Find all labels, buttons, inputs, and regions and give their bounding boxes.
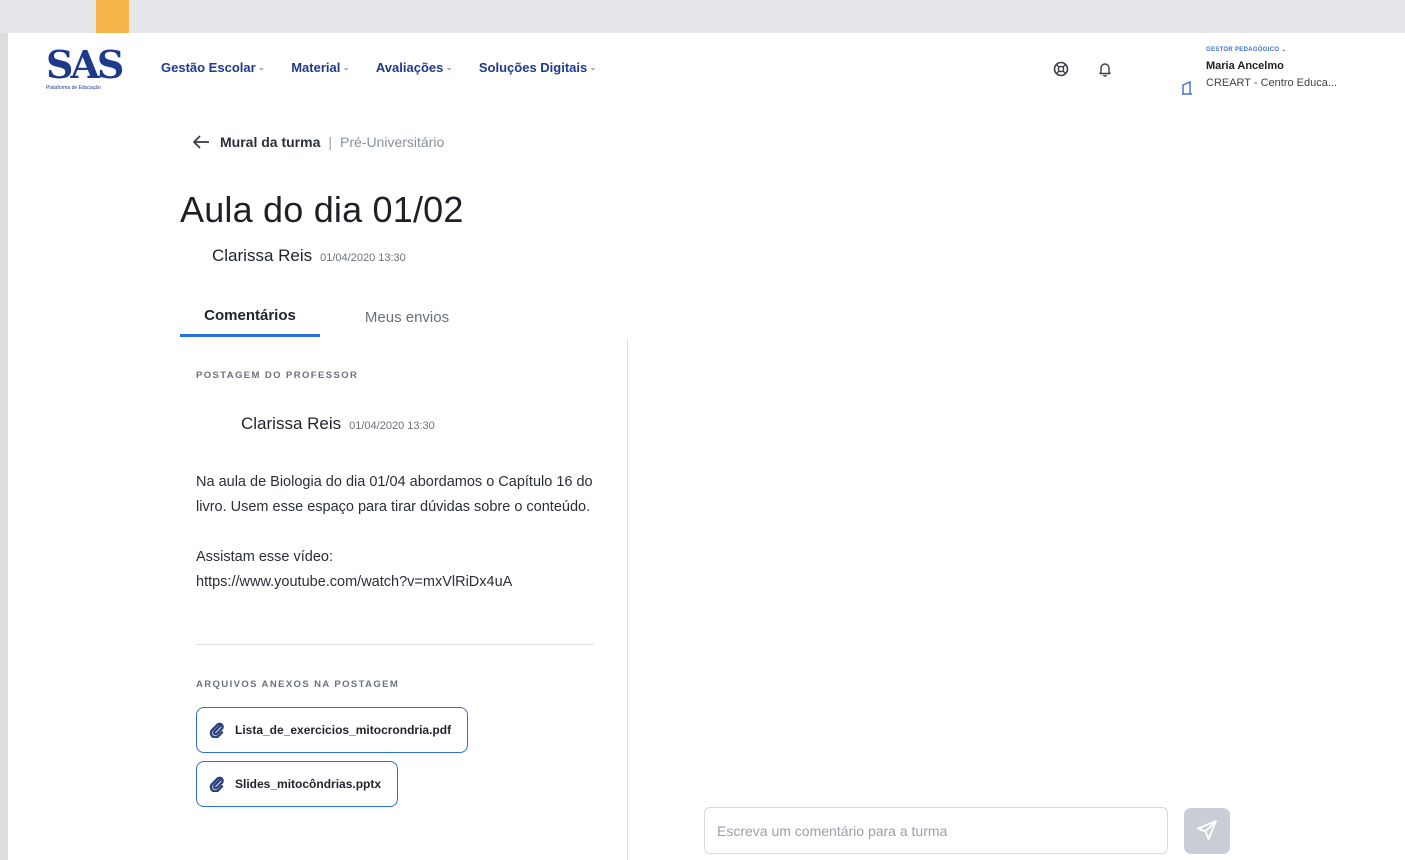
paperclip-icon	[209, 722, 225, 739]
nav-avaliacoes[interactable]: Avaliações ⌄	[376, 60, 453, 75]
page-title: Aula do dia 01/02	[180, 189, 464, 230]
bell-icon[interactable]	[1096, 60, 1114, 78]
tab-comentarios[interactable]: Comentários	[180, 297, 320, 337]
nav-material[interactable]: Material ⌄	[291, 60, 350, 75]
post-video-intro: Assistam esse vídeo:	[196, 549, 333, 565]
attachment-name: Slides_mitocôndrias.pptx	[235, 777, 382, 791]
building-icon	[1180, 79, 1194, 95]
nav-label: Avaliações	[375, 60, 444, 75]
breadcrumb: Mural da turma | Pré-Universitário	[190, 133, 444, 151]
help-icon[interactable]	[1052, 60, 1070, 78]
column-divider	[627, 338, 628, 860]
nav-solucoes-digitais[interactable]: Soluções Digitais ⌄	[479, 60, 597, 75]
attachment-file[interactable]: Lista_de_exercicios_mitocrondria.pdf	[196, 707, 469, 753]
chevron-down-icon: ⌄	[445, 62, 453, 72]
user-school: CREART - Centro Educa...	[1206, 77, 1338, 89]
send-icon	[1195, 818, 1219, 845]
attachments-label: ARQUIVOS ANEXOS NA POSTAGEM	[196, 679, 400, 690]
nav-gestao-escolar[interactable]: Gestão Escolar ⌄	[161, 60, 265, 75]
send-button[interactable]	[1184, 808, 1230, 854]
post-date: 01/04/2020 13:30	[320, 252, 406, 264]
main-nav: Gestão Escolar ⌄ Material ⌄ Avaliações ⌄…	[161, 60, 597, 75]
post-author-line: Clarissa Reis 01/04/2020 13:30	[212, 246, 406, 266]
nav-label: Gestão Escolar	[161, 60, 256, 75]
post-video-link[interactable]: https://www.youtube.com/watch?v=mxVlRiDx…	[196, 570, 606, 595]
breadcrumb-current: Pré-Universitário	[340, 134, 445, 150]
nav-label: Material	[291, 60, 341, 75]
breadcrumb-parent[interactable]: Mural da turma	[220, 134, 320, 150]
top-navigation-bar: SAS Plataforma de Educação Gestão Escola…	[8, 33, 1405, 105]
sas-logo[interactable]: SAS Plataforma de Educação	[46, 42, 124, 92]
user-name: Maria Ancelmo	[1206, 60, 1284, 72]
chevron-down-icon: ⌄	[589, 62, 597, 72]
comment-input[interactable]	[704, 807, 1168, 854]
user-role: GESTOR PEDAGÓGICO ⌄	[1206, 47, 1287, 53]
teacher-post-date: 01/04/2020 13:30	[349, 420, 435, 432]
window-edge	[0, 33, 8, 860]
attachment-file[interactable]: Slides_mitocôndrias.pptx	[196, 761, 399, 807]
chevron-down-icon: ⌄	[257, 62, 266, 72]
window-accent-tab	[96, 0, 129, 33]
section-divider	[196, 644, 594, 645]
attachment-name: Lista_de_exercicios_mitocrondria.pdf	[235, 723, 452, 737]
paperclip-icon	[209, 776, 225, 793]
teacher-post-label: POSTAGEM DO PROFESSOR	[196, 370, 359, 381]
teacher-post-body: Na aula de Biologia do dia 01/04 abordam…	[196, 470, 606, 595]
logo-wordmark: SAS	[46, 42, 124, 87]
post-paragraph: Na aula de Biologia do dia 01/04 abordam…	[196, 474, 593, 515]
teacher-post-author: Clarissa Reis	[241, 414, 342, 433]
back-arrow-icon[interactable]	[190, 133, 212, 151]
app-window: SAS Plataforma de Educação Gestão Escola…	[8, 33, 1405, 860]
tab-bar: Comentários Meus envios	[180, 297, 494, 337]
breadcrumb-separator: |	[328, 134, 332, 150]
post-author-name: Clarissa Reis	[212, 246, 313, 265]
teacher-post-author-line: Clarissa Reis 01/04/2020 13:30	[241, 414, 435, 434]
nav-label: Soluções Digitais	[478, 60, 588, 75]
chevron-down-icon: ⌄	[342, 62, 350, 72]
tab-meus-envios[interactable]: Meus envios	[320, 297, 494, 337]
